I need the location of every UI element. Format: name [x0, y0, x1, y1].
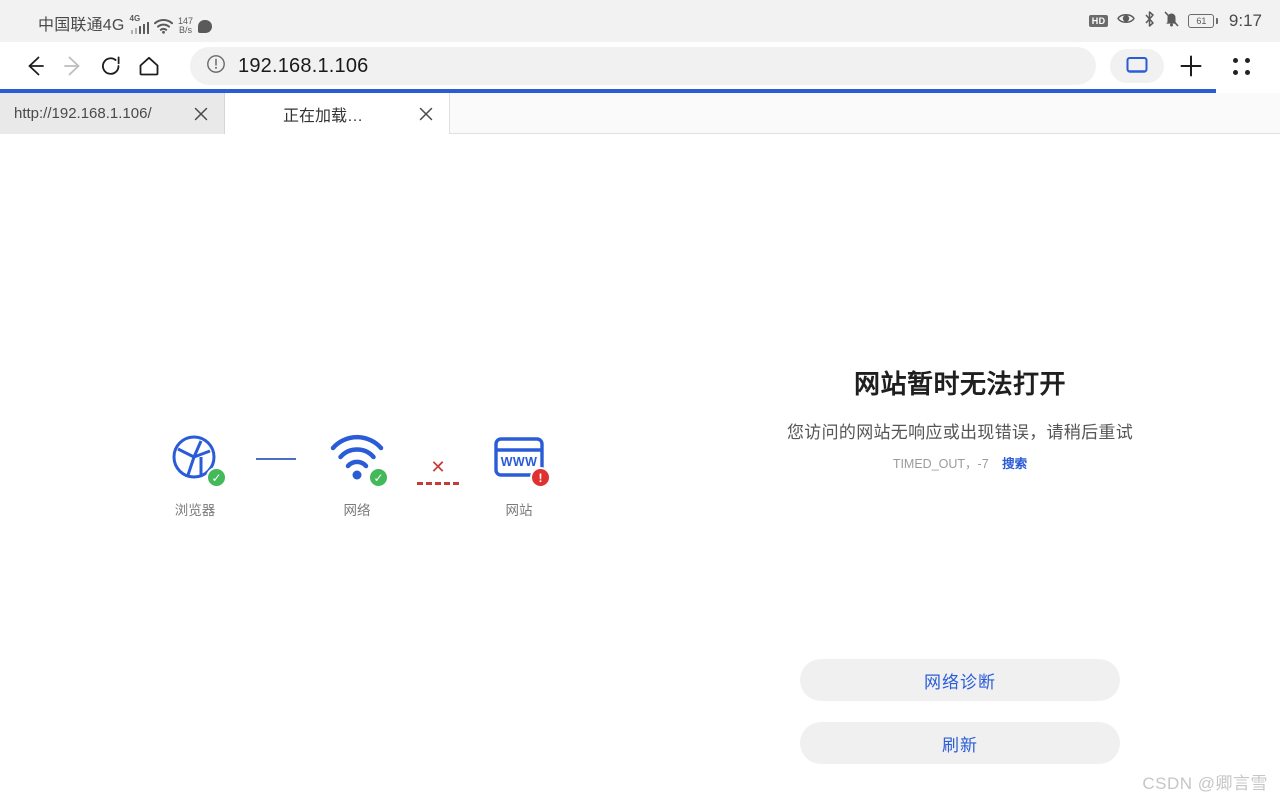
error-code-row: TIMED_OUT，-7 搜索 [700, 453, 1220, 472]
browser-toolbar: 192.168.1.106 [0, 42, 1280, 90]
data-speed-indicator: 147 B/s [178, 17, 193, 35]
plus-icon [1180, 55, 1202, 77]
error-message-block: 网站暂时无法打开 您访问的网站无响应或出现错误，请稍后重试 TIMED_OUT，… [700, 364, 1220, 472]
www-window-icon: WWW ! [491, 430, 551, 488]
tab-item-0[interactable]: http://192.168.1.106/ [0, 93, 225, 134]
status-badge-ok: ✓ [206, 467, 227, 488]
clock-label: 9:17 [1228, 11, 1262, 30]
battery-icon: 61 [1188, 14, 1218, 28]
search-link[interactable]: 搜索 [1002, 457, 1027, 471]
home-button[interactable] [130, 47, 168, 85]
watermark-label: CSDN @卿言雪 [1142, 774, 1268, 793]
monitor-icon [1126, 57, 1148, 73]
desktop-mode-button[interactable] [1110, 49, 1164, 83]
check-icon: ✓ [211, 470, 222, 485]
hd-icon: HD [1088, 15, 1109, 27]
network-type-badge: 4G [129, 14, 141, 23]
network-diagnose-button[interactable]: 网络诊断 [800, 659, 1120, 701]
tab-close-icon[interactable] [190, 103, 212, 125]
back-button[interactable] [16, 47, 54, 85]
home-icon [139, 56, 159, 76]
arrow-left-icon [28, 56, 44, 76]
error-page: ✓ 浏览器 ✓ 网络 ✕ WWW ! 网站 网站暂时无法打开 您访问的网站无响应… [0, 134, 1280, 800]
android-status-bar: 中国联通4G 4G 147 B/s HD 61 9:17 [0, 0, 1280, 42]
diagnostic-node-website: WWW ! 网站 [474, 430, 564, 519]
status-badge-error: ! [530, 467, 551, 488]
battery-percent: 61 [1196, 16, 1207, 26]
tab-close-icon[interactable] [415, 103, 437, 125]
reload-button[interactable] [92, 47, 130, 85]
data-speed-unit: B/s [179, 25, 193, 35]
forward-button[interactable] [54, 47, 92, 85]
diagnostic-node-label: 网站 [505, 503, 533, 518]
toolbar-right-actions [1110, 46, 1264, 86]
eye-icon [1117, 12, 1136, 30]
status-bar-left: 中国联通4G 4G 147 B/s [14, 0, 213, 42]
refresh-button[interactable]: 刷新 [800, 722, 1120, 764]
connector-browser-network [240, 430, 312, 460]
tab-title: 正在加载… [282, 107, 363, 125]
menu-button[interactable] [1218, 46, 1264, 86]
check-icon: ✓ [373, 470, 384, 485]
arrow-right-icon [64, 56, 80, 76]
bluetooth-icon [1144, 10, 1155, 32]
diagnostic-node-network: ✓ 网络 [312, 430, 402, 519]
mute-bell-icon [1164, 10, 1179, 32]
x-mark-icon: ✕ [430, 457, 446, 477]
globe-icon: ✓ [167, 430, 227, 488]
wifi-icon [154, 19, 174, 34]
connector-network-website: ✕ [402, 430, 474, 485]
tab-strip: http://192.168.1.106/ 正在加载… [0, 93, 1280, 134]
info-circle-icon [206, 54, 226, 79]
error-subtitle: 您访问的网站无响应或出现错误，请稍后重试 [787, 423, 1133, 442]
wifi-icon: ✓ [329, 430, 389, 488]
error-code: TIMED_OUT，-7 [892, 457, 989, 471]
signal-bars-icon: 4G [129, 14, 150, 34]
status-badge-ok: ✓ [368, 467, 389, 488]
address-bar[interactable]: 192.168.1.106 [190, 47, 1096, 85]
network-diagnostic-diagram: ✓ 浏览器 ✓ 网络 ✕ WWW ! 网站 [150, 430, 564, 519]
new-tab-button[interactable] [1168, 46, 1214, 86]
svg-text:WWW: WWW [501, 455, 538, 469]
status-bar-right: HD 61 9:17 [1088, 10, 1266, 32]
url-text[interactable]: 192.168.1.106 [238, 55, 369, 78]
error-action-buttons: 网络诊断 刷新 [700, 659, 1220, 764]
exclamation-icon: ! [538, 470, 543, 485]
tab-title: http://192.168.1.106/ [14, 105, 152, 122]
reload-icon [102, 56, 120, 75]
four-dots-menu-icon [1232, 57, 1250, 75]
diagnostic-node-browser: ✓ 浏览器 [150, 430, 240, 519]
carrier-label: 中国联通4G [38, 17, 125, 34]
diagnostic-node-label: 网络 [343, 503, 371, 518]
tab-item-1[interactable]: 正在加载… [225, 93, 450, 134]
error-title: 网站暂时无法打开 [853, 369, 1066, 399]
browser-screen: 中国联通4G 4G 147 B/s HD 61 9:17 192.168.1.1… [0, 0, 1280, 800]
diagnostic-node-label: 浏览器 [174, 503, 216, 518]
message-bubble-icon [198, 20, 213, 33]
